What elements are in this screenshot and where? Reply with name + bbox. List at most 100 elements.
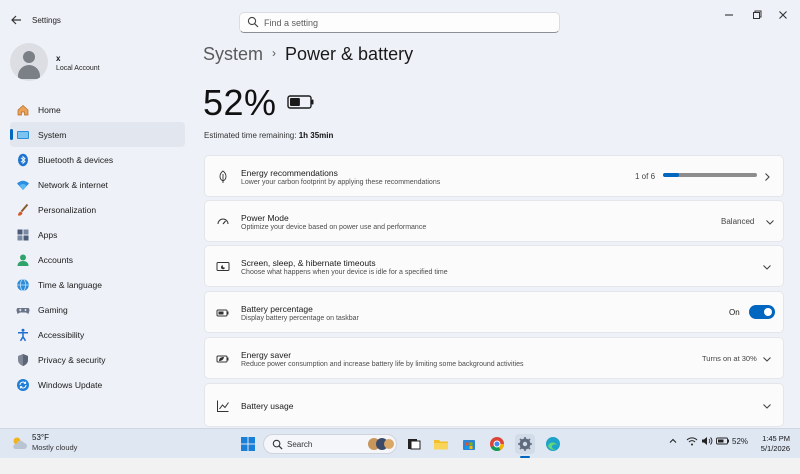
find-setting-search[interactable] [239,12,560,33]
accounts-icon [16,253,30,267]
screen-sleep-icon [216,260,230,274]
maximize-button[interactable] [750,10,764,24]
power-mode-card: Power Mode Optimize your device based on… [204,200,784,242]
wifi-icon [16,178,30,192]
energy-saver-icon [216,352,230,366]
search-icon [247,16,259,28]
weather-temperature: 53°F [32,433,49,442]
battery-percentage-toggle[interactable] [749,305,775,319]
power-mode-dropdown[interactable]: Balanced [710,211,780,233]
edge-icon [546,437,560,451]
chevron-down-icon [766,220,774,225]
back-button[interactable] [8,14,24,30]
sidebar-item-accounts[interactable]: Accounts [10,247,185,272]
task-view-button[interactable] [404,434,424,454]
store-icon [463,440,475,450]
search-input[interactable] [264,14,554,31]
folder-icon [434,440,448,450]
screen-sleep-card[interactable]: Screen, sleep, & hibernate timeouts Choo… [204,245,784,287]
system-icon [16,128,30,142]
cloud-sun-icon [13,437,27,449]
windows-logo-icon [241,437,255,451]
breadcrumb-system[interactable]: System [203,44,263,64]
settings-taskbar-button[interactable] [515,434,535,454]
breadcrumb-separator: › [272,46,277,60]
start-button[interactable] [238,434,258,454]
speaker-icon [702,437,713,445]
show-hidden-icons-button[interactable] [668,436,678,448]
minimize-icon [725,14,733,16]
chart-icon [216,399,230,413]
avatar[interactable] [10,43,48,81]
power-mode-value: Balanced [721,217,755,226]
sidebar-item-home[interactable]: Home [10,97,185,122]
sidebar-item-accessibility[interactable]: Accessibility [10,322,185,347]
minimize-button[interactable] [722,10,736,24]
search-icon [272,439,283,450]
clock-date: 5/1/2026 [760,444,790,453]
chevron-down-icon [763,357,771,362]
volume-tray-icon[interactable] [701,436,713,448]
sidebar-item-network[interactable]: Network & internet [10,172,185,197]
recommendations-progress [663,173,757,177]
energy-saver-card[interactable]: Energy saver Reduce power consumption an… [204,337,784,379]
browser-button[interactable] [543,434,563,454]
accessibility-icon [16,328,30,342]
sidebar-item-system[interactable]: System [10,122,185,147]
globe-clock-icon [16,278,30,292]
brush-icon [16,203,30,217]
recommendations-count: 1 of 6 [635,172,656,181]
taskbar-search-label: Search [287,440,313,449]
chevron-down-icon [763,265,771,270]
app-title: Settings [32,16,61,25]
gaming-icon [16,303,30,317]
battery-percent-icon [216,306,230,320]
store-button[interactable] [459,434,479,454]
power-mode-icon [216,215,230,229]
shield-icon [16,353,30,367]
leaf-icon [216,170,230,184]
estimated-time-value: 1h 35min [298,131,334,140]
battery-icon [287,95,314,109]
page-title: Power & battery [285,44,414,64]
sidebar-item-time-language[interactable]: Time & language [10,272,185,297]
clock-time: 1:45 PM [762,434,790,443]
energy-recommendations-card[interactable]: Energy recommendations Lower your carbon… [204,155,784,197]
apps-icon [16,228,30,242]
breadcrumb: System › Power & battery [203,44,413,65]
sidebar-item-gaming[interactable]: Gaming [10,297,185,322]
wifi-tray-icon[interactable] [686,436,698,448]
taskbar-battery-percent: 52% [732,437,749,446]
sidebar-item-personalization[interactable]: Personalization [10,197,185,222]
search-highlight-icon [368,438,394,450]
chrome-button[interactable] [487,434,507,454]
profile-account-type: Local Account [56,65,100,72]
weather-description: Mostly cloudy [32,443,78,452]
taskbar-search[interactable]: Search [263,434,397,454]
wifi-icon [686,437,698,446]
sidebar-item-privacy-security[interactable]: Privacy & security [10,347,185,372]
close-button[interactable] [776,10,790,24]
sidebar-item-windows-update[interactable]: Windows Update [10,372,185,397]
battery-tray-icon[interactable] [716,436,730,448]
settings-window: Settings x Local Account Home [0,0,800,428]
toggle-state-label: On [729,308,740,317]
chevron-down-icon [763,404,771,409]
profile-name: x [56,54,61,63]
restore-icon [753,10,762,19]
update-icon [16,378,30,392]
chevron-up-icon [669,438,677,443]
sidebar-item-apps[interactable]: Apps [10,222,185,247]
battery-percentage: 52% [203,82,277,123]
sidebar-nav: Home System Bluetooth & devices Network … [10,97,185,397]
battery-usage-card[interactable]: Battery usage [204,383,784,427]
sidebar-item-bluetooth[interactable]: Bluetooth & devices [10,147,185,172]
file-explorer-button[interactable] [431,434,451,454]
energy-saver-threshold: Turns on at 30% [702,354,757,363]
close-icon [779,11,787,19]
chrome-icon [490,437,504,451]
bluetooth-icon [16,153,30,167]
gear-icon [518,437,532,451]
battery-icon [716,437,729,445]
back-arrow-icon [11,15,21,25]
